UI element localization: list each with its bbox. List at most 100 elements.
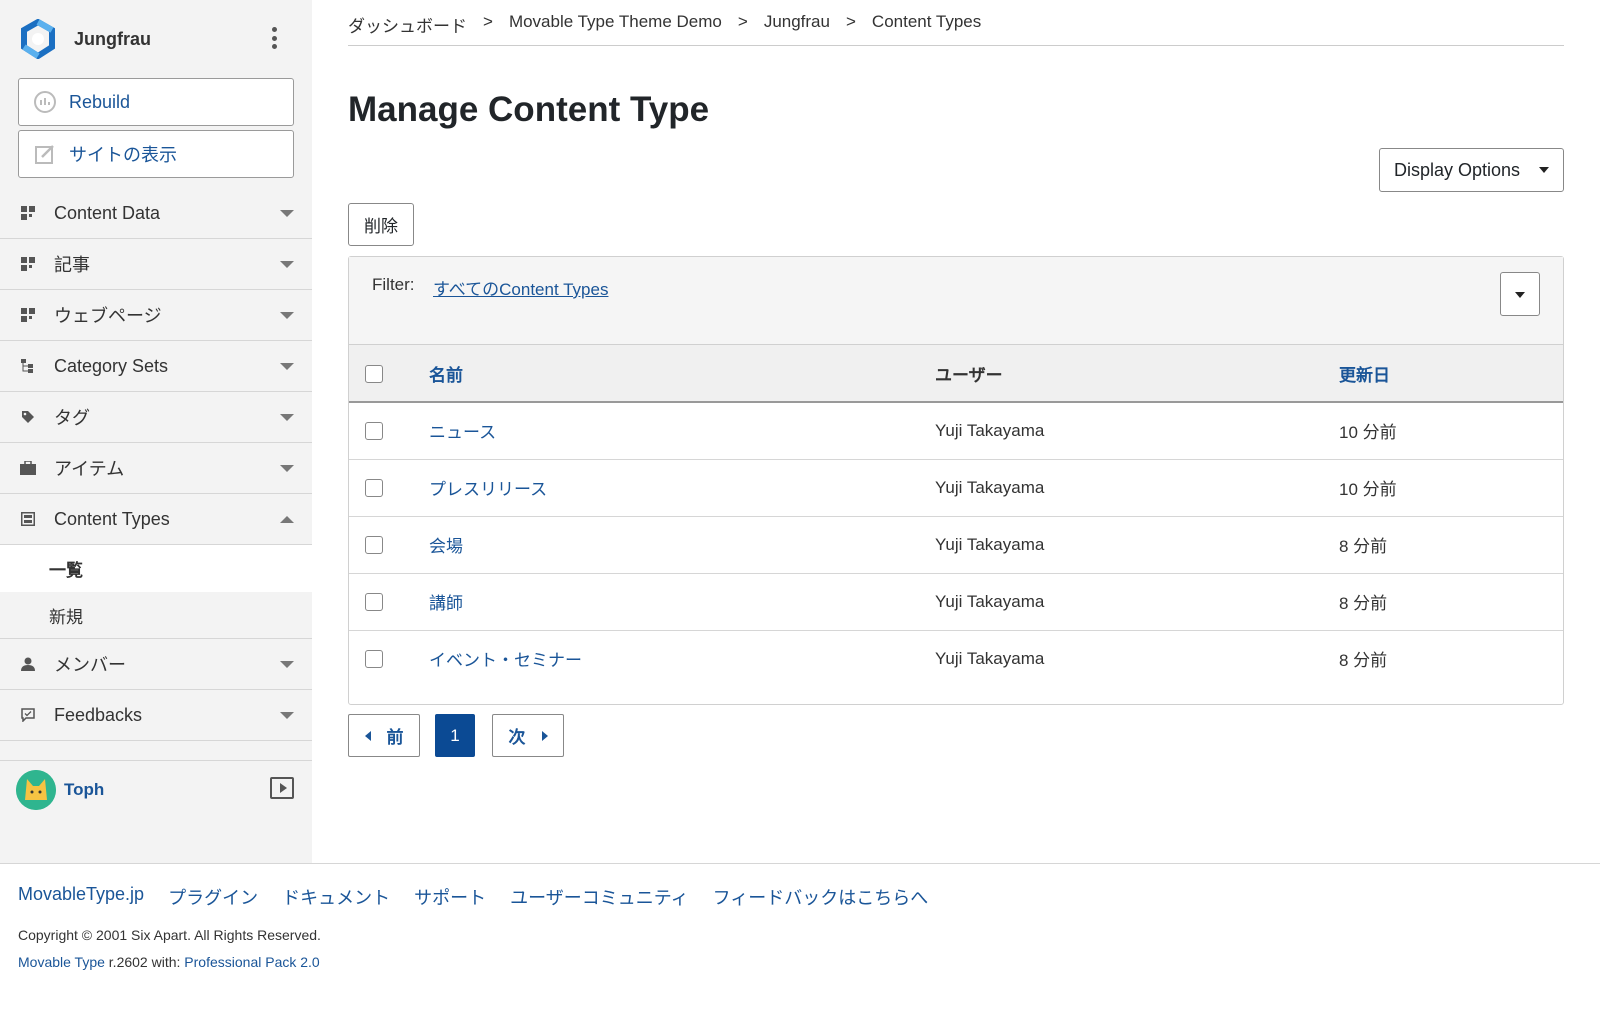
menu-item-label: 記事 [54,255,90,275]
content-type-link[interactable]: 会場 [429,537,463,556]
content-type-link[interactable]: ニュース [429,423,496,442]
row-checkbox[interactable] [365,593,383,612]
menu-item-webpages[interactable]: ウェブページ [0,290,312,341]
content-type-link[interactable]: イベント・セミナー [429,651,582,670]
content-type-link[interactable]: 講師 [429,594,463,613]
row-check-cell [349,402,429,459]
display-options-label: Display Options [1394,159,1521,180]
footer-link-community[interactable]: ユーザーコミュニティ [510,884,689,910]
column-header-name[interactable]: 名前 [429,345,935,402]
prev-page-button[interactable]: 前 [348,714,420,757]
row-checkbox[interactable] [365,650,383,669]
filter-toggle-button[interactable] [1500,272,1540,316]
updated-cell: 8 分前 [1339,537,1388,556]
professional-pack-link[interactable]: Professional Pack 2.0 [184,954,319,970]
entries-icon [20,256,36,272]
breadcrumb-separator: > [737,12,748,31]
footer-link-plugins[interactable]: プラグイン [168,884,258,910]
breadcrumb-current: Content Types [871,12,982,31]
submenu-item-list[interactable]: 一覧 [0,545,312,592]
site-menu-icon[interactable] [272,27,278,49]
updated-cell: 8 分前 [1339,594,1388,613]
row-check-cell [349,459,429,516]
content-type-list: Filter: すべてのContent Types 名前 ユーザー 更新日 ニュ… [348,256,1564,705]
content-type-link[interactable]: プレスリリース [429,480,547,499]
current-page-button[interactable]: 1 [435,714,475,757]
menu-item-assets[interactable]: アイテム [0,443,312,494]
table-header-row: 名前 ユーザー 更新日 [349,345,1563,402]
category-tree-icon [20,358,36,374]
menu-item-entries[interactable]: 記事 [0,239,312,290]
footer-link-movabletype[interactable]: MovableType.jp [18,884,144,910]
tag-icon [20,409,36,425]
updated-cell: 10 分前 [1339,480,1397,499]
rebuild-label: Rebuild [69,91,131,112]
select-all-cell [349,345,429,402]
user-cell: Yuji Takayama [935,591,1045,611]
menu-item-tags[interactable]: タグ [0,392,312,443]
user-name[interactable]: Toph [64,780,104,800]
updated-cell: 10 分前 [1339,423,1397,443]
menu-item-feedbacks[interactable]: Feedbacks [0,690,312,741]
folder-icon [20,460,36,476]
chevron-up-icon [280,516,294,523]
view-site-button[interactable]: サイトの表示 [18,130,294,178]
row-checkbox[interactable] [365,536,383,555]
name-cell: ニュース [429,402,935,459]
row-check-cell [349,573,429,630]
menu-item-label: Content Types [54,508,170,529]
collapse-sidebar-icon[interactable] [270,777,294,799]
table-row: イベント・セミナー Yuji Takayama 8 分前 [349,630,1563,687]
submenu-item-new[interactable]: 新規 [0,592,312,639]
footer-link-documents[interactable]: ドキュメント [282,884,390,910]
table-row: 講師 Yuji Takayama 8 分前 [349,573,1563,630]
menu-item-label: Content Data [54,202,161,223]
display-options-button[interactable]: Display Options [1379,148,1564,192]
user-panel: Toph [0,760,312,818]
view-site-label: サイトの表示 [69,145,177,165]
updated-cell: 8 分前 [1339,651,1388,671]
delete-button[interactable]: 削除 [348,203,414,246]
menu-item-label: タグ [54,408,90,428]
next-page-button[interactable]: 次 [492,714,564,757]
footer-link-feedback[interactable]: フィードバックはこちらへ [713,884,929,910]
breadcrumb-site[interactable]: Movable Type Theme Demo [509,12,722,32]
user-cell: Yuji Takayama [935,477,1045,497]
chevron-down-icon [280,465,294,472]
table-row: ニュース Yuji Takayama 10 分前 [349,402,1563,459]
rebuild-button[interactable]: Rebuild [18,78,294,126]
filter-link[interactable]: すべてのContent Types [433,275,608,300]
user-cell: Yuji Takayama [935,534,1045,554]
breadcrumb-dashboard[interactable]: ダッシュボード [348,12,467,37]
edit-icon [33,142,57,166]
footer: MovableType.jp プラグイン ドキュメント サポート ユーザーコミュ… [0,863,1600,1015]
sidebar: Jungfrau Rebuild サイトの表示 Content Data 記事 … [0,0,312,863]
version-info: Movable Type r.2602 with: Professional P… [18,954,320,970]
webpages-icon [20,307,36,323]
chevron-down-icon [280,661,294,668]
footer-link-support[interactable]: サポート [414,884,486,910]
menu-item-category-sets[interactable]: Category Sets [0,341,312,392]
user-icon [20,656,36,672]
select-all-checkbox[interactable] [365,364,383,383]
movable-type-link[interactable]: Movable Type [18,954,105,970]
site-name[interactable]: Jungfrau [74,29,151,50]
row-checkbox[interactable] [365,422,383,441]
column-header-updated[interactable]: 更新日 [1339,345,1563,402]
next-page-label: 次 [508,728,526,747]
user-cell: Yuji Takayama [935,420,1045,440]
name-cell: イベント・セミナー [429,630,935,687]
menu-item-label: Feedbacks [54,704,143,725]
menu-item-members[interactable]: メンバー [0,639,312,690]
breadcrumb-separator: > [483,12,493,31]
row-checkbox[interactable] [365,479,383,498]
feedback-icon [20,707,36,723]
content-type-table: 名前 ユーザー 更新日 ニュース Yuji Takayama 10 分前 プレス… [349,345,1563,687]
breadcrumb-child-site[interactable]: Jungfrau [764,12,830,32]
menu-item-content-data[interactable]: Content Data [0,188,312,239]
menu-item-content-types[interactable]: Content Types [0,494,312,545]
caret-down-icon [1539,167,1549,173]
menu-item-label: Category Sets [54,355,169,376]
avatar[interactable] [16,769,56,810]
column-header-user[interactable]: ユーザー [935,345,1339,402]
